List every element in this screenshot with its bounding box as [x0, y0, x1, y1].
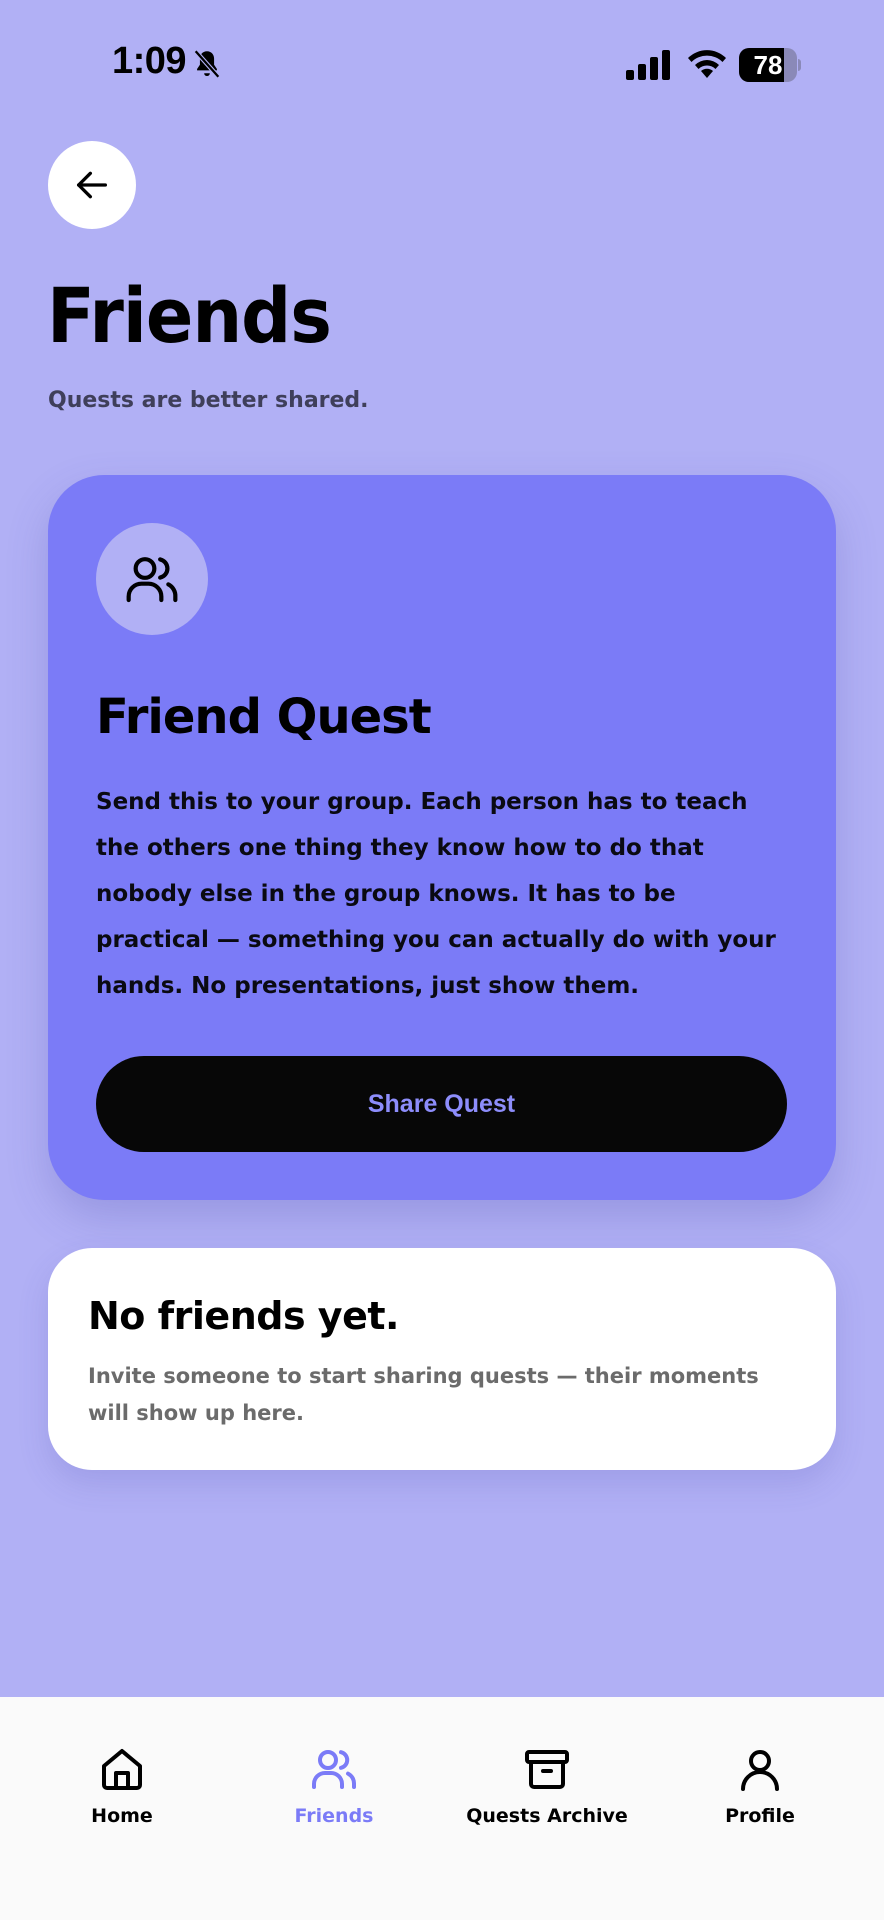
nav-item-profile[interactable]: Profile	[660, 1745, 860, 1827]
wifi-icon	[688, 50, 726, 78]
status-time: 1:09	[112, 40, 187, 82]
bell-muted-icon	[193, 49, 221, 79]
share-quest-button[interactable]: Share Quest	[96, 1056, 787, 1152]
quest-icon-badge	[96, 523, 208, 635]
back-button[interactable]	[48, 141, 136, 229]
quest-description: Send this to your group. Each person has…	[96, 789, 776, 999]
arrow-left-icon	[77, 171, 108, 199]
nav-label-friends: Friends	[294, 1805, 374, 1827]
nav-item-quests-archive[interactable]: Quests Archive	[447, 1745, 647, 1827]
archive-icon	[525, 1750, 569, 1789]
quest-title: Friend Quest	[96, 689, 432, 745]
bottom-navigation: Home Friends Quests Archive Profile	[0, 1697, 884, 1920]
nav-item-friends[interactable]: Friends	[234, 1745, 434, 1827]
page-title: Friends	[47, 272, 332, 361]
page-subtitle: Quests are better shared.	[48, 388, 369, 413]
friend-quest-card: Friend Quest Send this to your group. Ea…	[48, 475, 836, 1200]
cellular-signal-icon	[626, 50, 670, 80]
nav-label-quests-archive: Quests Archive	[466, 1805, 628, 1827]
home-icon	[102, 1749, 142, 1790]
users-icon	[126, 557, 178, 603]
empty-state-title: No friends yet.	[88, 1294, 399, 1338]
friends-icon	[312, 1750, 356, 1789]
empty-state-message: Invite someone to start sharing quests —…	[88, 1364, 759, 1425]
empty-friends-card: No friends yet. Invite someone to start …	[48, 1248, 836, 1470]
nav-label-profile: Profile	[725, 1805, 795, 1827]
profile-icon	[741, 1750, 779, 1791]
nav-item-home[interactable]: Home	[22, 1745, 222, 1827]
battery-percent: 78	[753, 50, 783, 80]
nav-label-home: Home	[91, 1805, 153, 1827]
status-bar: 1:09 78	[0, 0, 884, 130]
battery-indicator: 78	[739, 48, 801, 82]
